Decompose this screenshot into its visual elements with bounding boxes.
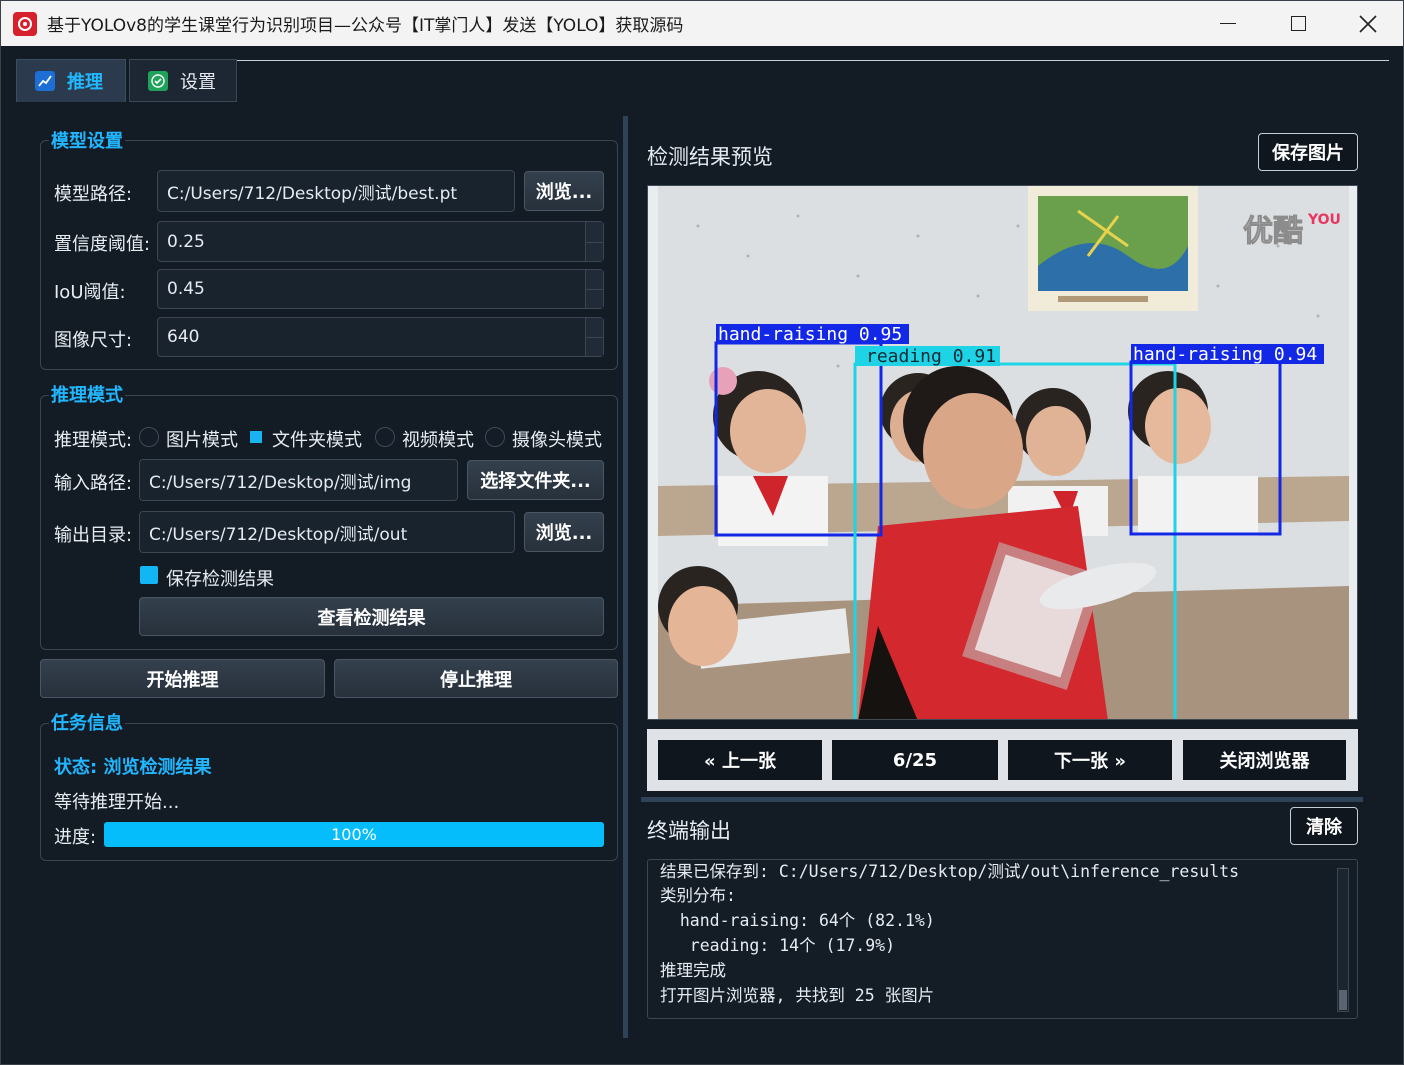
chart-icon: [35, 71, 55, 91]
app-window: 基于YOLOv8的学生课堂行为识别项目—公众号【IT掌门人】发送【YOLO】获取…: [0, 0, 1404, 1065]
terminal-line: 类别分布:: [660, 886, 736, 905]
detection-label: hand-raising 0.94: [1133, 344, 1317, 365]
input-path-label: 输入路径:: [54, 473, 133, 494]
image-size-spinbox[interactable]: 640: [157, 317, 604, 357]
title-bar: 基于YOLOv8的学生课堂行为识别项目—公众号【IT掌门人】发送【YOLO】获取…: [1, 1, 1403, 46]
tab-bar-divider: [237, 60, 1389, 61]
output-dir-input[interactable]: C:/Users/712/Desktop/测试/out: [139, 511, 515, 553]
model-browse-button[interactable]: 浏览...: [524, 171, 604, 211]
image-size-value: 640: [167, 327, 200, 347]
detection-label: reading 0.91: [866, 346, 996, 367]
image-mode-label: 图片模式: [166, 430, 238, 451]
output-browse-button[interactable]: 浏览...: [524, 512, 604, 552]
camera-mode-label: 摄像头模式: [512, 430, 602, 451]
close-icon: [1359, 14, 1377, 33]
input-path-input[interactable]: C:/Users/712/Desktop/测试/img: [139, 459, 458, 501]
output-dir-label: 输出目录:: [54, 525, 133, 546]
detection-preview: 优酷 YOU hand-raising 0.95 reading 0.91 ha…: [647, 185, 1358, 720]
terminal-scrollbar[interactable]: [1337, 868, 1349, 1012]
panel-splitter[interactable]: [623, 116, 628, 1038]
start-inference-button[interactable]: 开始推理: [40, 659, 325, 698]
tab-inference-label: 推理: [67, 72, 103, 93]
image-size-stepper[interactable]: [585, 318, 604, 356]
scrollbar-handle[interactable]: [1339, 990, 1347, 1010]
maximize-icon: [1290, 16, 1306, 31]
detection-label: hand-raising 0.95: [718, 324, 902, 345]
iou-spinbox[interactable]: 0.45: [157, 269, 604, 309]
model-path-input[interactable]: C:/Users/712/Desktop/测试/best.pt: [157, 170, 515, 212]
confidence-label: 置信度阈值:: [54, 234, 151, 255]
confidence-spinbox[interactable]: 0.25: [157, 221, 604, 262]
minimize-button[interactable]: [1193, 1, 1263, 46]
radio-camera-mode[interactable]: [485, 427, 505, 447]
video-mode-label: 视频模式: [402, 430, 474, 451]
window-title: 基于YOLOv8的学生课堂行为识别项目—公众号【IT掌门人】发送【YOLO】获取…: [47, 16, 684, 36]
confidence-value: 0.25: [167, 231, 205, 252]
iou-stepper[interactable]: [585, 270, 604, 308]
terminal-output[interactable]: 结果已保存到: C:/Users/712/Desktop/测试/out\infe…: [647, 859, 1358, 1019]
app-logo-icon: [13, 11, 37, 36]
prev-image-button[interactable]: « 上一张: [658, 740, 822, 780]
clear-terminal-button[interactable]: 清除: [1290, 807, 1358, 845]
progress-bar: 100%: [104, 822, 604, 847]
task-message: 等待推理开始...: [54, 792, 180, 813]
save-results-label: 保存检测结果: [166, 569, 274, 590]
radio-image-mode[interactable]: [139, 427, 159, 447]
window-controls: [1193, 1, 1403, 46]
classroom-scene: 优酷 YOU hand-raising 0.95 reading 0.91 ha…: [658, 186, 1349, 719]
image-size-label: 图像尺寸:: [54, 330, 133, 351]
next-image-button[interactable]: 下一张 »: [1008, 740, 1172, 780]
confidence-stepper[interactable]: [585, 222, 604, 261]
close-browser-button[interactable]: 关闭浏览器: [1183, 740, 1346, 780]
tab-inference[interactable]: 推理: [16, 59, 126, 102]
close-button[interactable]: [1333, 1, 1403, 46]
watermark-brand: YOU: [1307, 212, 1341, 228]
view-results-button[interactable]: 查看检测结果: [139, 597, 604, 636]
radio-folder-mode[interactable]: [250, 431, 262, 443]
select-folder-button[interactable]: 选择文件夹...: [467, 460, 604, 500]
terminal-line: reading: 14个 (17.9%): [660, 936, 896, 955]
image-counter: 6/25: [832, 740, 998, 780]
iou-value: 0.45: [167, 279, 205, 299]
progress-label: 进度:: [54, 827, 97, 848]
folder-mode-label: 文件夹模式: [272, 430, 362, 451]
progress-text: 100%: [331, 825, 377, 844]
model-path-label: 模型路径:: [54, 184, 133, 205]
status-text: 状态: 浏览检测结果: [54, 757, 212, 778]
detection-image: 优酷 YOU hand-raising 0.95 reading 0.91 ha…: [658, 186, 1349, 719]
save-results-checkbox[interactable]: [140, 566, 158, 584]
tab-settings[interactable]: 设置: [129, 59, 237, 102]
maximize-button[interactable]: [1263, 1, 1333, 46]
mode-label: 推理模式:: [54, 430, 133, 451]
image-browser-nav: « 上一张 6/25 下一张 » 关闭浏览器: [647, 729, 1358, 791]
terminal-line: 结果已保存到: C:/Users/712/Desktop/测试/out\infe…: [660, 862, 1240, 881]
inference-mode-title: 推理模式: [49, 381, 125, 407]
stop-inference-button[interactable]: 停止推理: [334, 659, 618, 698]
terminal-line: 推理完成: [660, 961, 726, 980]
watermark: 优酷: [1243, 214, 1303, 249]
horizontal-splitter[interactable]: [641, 797, 1363, 802]
save-image-button[interactable]: 保存图片: [1258, 133, 1358, 171]
radio-video-mode[interactable]: [375, 427, 395, 447]
terminal-line: 打开图片浏览器, 共找到 25 张图片: [660, 986, 935, 1005]
preview-title: 检测结果预览: [647, 145, 773, 169]
check-icon: [148, 70, 168, 91]
tab-settings-label: 设置: [180, 71, 216, 93]
minimize-icon: [1220, 22, 1236, 25]
iou-label: IoU阈值:: [54, 282, 126, 303]
model-settings-title: 模型设置: [49, 127, 125, 153]
terminal-line: hand-raising: 64个 (82.1%): [660, 911, 935, 930]
terminal-title: 终端输出: [647, 819, 731, 843]
task-info-title: 任务信息: [49, 709, 125, 735]
